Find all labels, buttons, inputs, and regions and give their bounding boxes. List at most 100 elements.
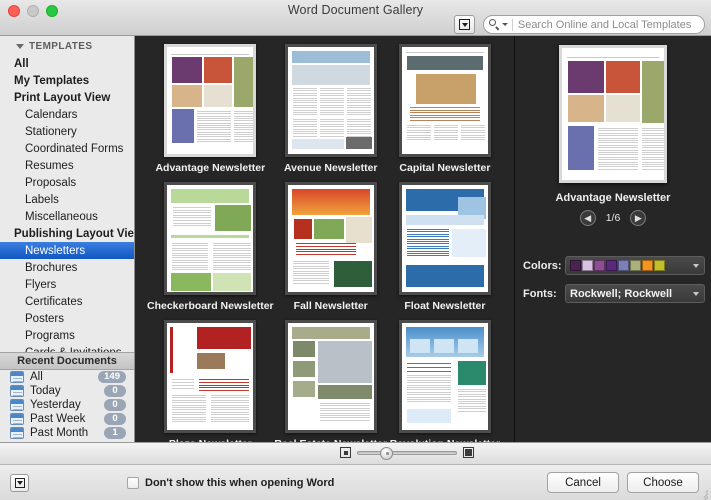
- sidebar-item-print-layout-view[interactable]: Print Layout View: [0, 89, 134, 106]
- template-thumbnail[interactable]: [164, 44, 257, 157]
- dont-show-checkbox[interactable]: [127, 476, 139, 489]
- chevron-right-icon[interactable]: ▶: [630, 210, 647, 226]
- recent-row-past-week[interactable]: Past Week 0: [0, 412, 134, 426]
- recent-row-count-badge: 0: [104, 413, 126, 425]
- sidebar-item-certificates[interactable]: Certificates: [0, 293, 134, 310]
- search-input[interactable]: [517, 18, 698, 31]
- recent-row-count-badge: 0: [104, 399, 126, 411]
- templates-tree[interactable]: TEMPLATES All My Templates Print Layout Vi…: [0, 36, 134, 352]
- fonts-row: Fonts: Rockwell; Rockwell: [515, 284, 711, 303]
- zoom-large-icon[interactable]: [463, 447, 474, 458]
- template-thumbnail[interactable]: [284, 320, 377, 433]
- resize-grip-icon[interactable]: [697, 487, 709, 500]
- sidebar-item-brochures[interactable]: Brochures: [0, 259, 134, 276]
- template-thumbnail[interactable]: [164, 320, 257, 433]
- template-preview-art: [287, 47, 374, 154]
- zoom-slider[interactable]: [357, 446, 457, 460]
- colors-row: Colors:: [515, 256, 711, 275]
- zoom-small-icon[interactable]: [340, 447, 351, 458]
- template-cell[interactable]: Float Newsletter: [388, 182, 502, 312]
- search-icon: [489, 19, 500, 30]
- template-preview-art: [401, 185, 488, 292]
- template-cell[interactable]: Plaza Newsletter: [147, 320, 274, 442]
- preview-pager: ◀ 1/6 ▶: [579, 210, 647, 226]
- sidebar-item-labels[interactable]: Labels: [0, 191, 134, 208]
- template-thumbnail[interactable]: [398, 320, 491, 433]
- color-swatch: [582, 260, 593, 271]
- template-cell[interactable]: Advantage Newsletter: [147, 44, 274, 174]
- sidebar-item-posters[interactable]: Posters: [0, 310, 134, 327]
- color-swatch: [594, 260, 605, 271]
- template-cell[interactable]: Real Estate Newsletter: [274, 320, 388, 442]
- template-thumbnail[interactable]: [398, 44, 491, 157]
- zoom-control[interactable]: [340, 446, 474, 460]
- recent-row-yesterday[interactable]: Yesterday 0: [0, 398, 134, 412]
- sidebar-item-coordinated-forms[interactable]: Coordinated Forms: [0, 140, 134, 157]
- recent-documents-header: Recent Documents: [0, 352, 134, 370]
- preview-title: Advantage Newsletter: [555, 192, 671, 204]
- recent-row-today[interactable]: Today 0: [0, 384, 134, 398]
- sidebar-item-resumes[interactable]: Resumes: [0, 157, 134, 174]
- word-document-gallery-window: Word Document Gallery TEMPLATES: [0, 0, 711, 500]
- templates-group-header[interactable]: TEMPLATES: [0, 36, 134, 55]
- sidebar-item-calendars[interactable]: Calendars: [0, 106, 134, 123]
- recent-row-all[interactable]: All 149: [0, 370, 134, 384]
- sidebar-item-programs[interactable]: Programs: [0, 327, 134, 344]
- template-cell[interactable]: Checkerboard Newsletter: [147, 182, 274, 312]
- color-swatch: [654, 260, 665, 271]
- template-cell[interactable]: Revolution Newsletter: [388, 320, 502, 442]
- template-cell[interactable]: Fall Newsletter: [274, 182, 388, 312]
- calendar-icon: [10, 399, 24, 411]
- fonts-value: Rockwell; Rockwell: [570, 287, 673, 300]
- template-thumbnail[interactable]: [398, 182, 491, 295]
- sidebar-item-cards-invitations[interactable]: Cards & Invitations: [0, 344, 134, 353]
- action-menu-icon[interactable]: [10, 473, 29, 492]
- template-preview-art: [167, 323, 254, 430]
- templates-group-label: TEMPLATES: [29, 41, 93, 52]
- sidebar-item-proposals[interactable]: Proposals: [0, 174, 134, 191]
- template-label: Advantage Newsletter: [155, 162, 266, 174]
- template-label: Capital Newsletter: [399, 162, 491, 174]
- sidebar-item-my-templates[interactable]: My Templates: [0, 72, 134, 89]
- chevron-down-icon[interactable]: [502, 23, 508, 26]
- template-thumbnail[interactable]: [164, 182, 257, 295]
- colors-label: Colors:: [523, 259, 562, 272]
- recent-row-label: Yesterday: [30, 399, 81, 411]
- recent-row-past-month[interactable]: Past Month 1: [0, 426, 134, 440]
- disclosure-triangle-icon[interactable]: [16, 44, 24, 49]
- calendar-icon: [10, 413, 24, 425]
- template-cell[interactable]: Capital Newsletter: [388, 44, 502, 174]
- view-mode-icon[interactable]: [454, 15, 475, 34]
- template-label: Avenue Newsletter: [283, 162, 378, 174]
- colors-dropdown[interactable]: [565, 256, 705, 275]
- sidebar-item-flyers[interactable]: Flyers: [0, 276, 134, 293]
- footer-buttons: Cancel Choose: [547, 472, 699, 493]
- chevron-left-icon[interactable]: ◀: [579, 210, 596, 226]
- template-thumbnail[interactable]: [284, 182, 377, 295]
- preview-panel: Advantage Newsletter ◀ 1/6 ▶ Colors: Fon…: [515, 36, 711, 442]
- recent-row-label: Today: [30, 385, 61, 397]
- sidebar-item-publishing-layout-view[interactable]: Publishing Layout View: [0, 225, 134, 242]
- sidebar-item-all[interactable]: All: [0, 55, 134, 72]
- zoom-slider-knob[interactable]: [380, 446, 393, 460]
- sidebar-item-newsletters[interactable]: Newsletters: [0, 242, 134, 259]
- template-preview-art: [401, 47, 488, 154]
- fonts-dropdown[interactable]: Rockwell; Rockwell: [565, 284, 705, 303]
- recent-row-label: Past Week: [30, 413, 86, 425]
- choose-button[interactable]: Choose: [627, 472, 699, 493]
- color-swatches: [570, 260, 665, 271]
- template-gallery[interactable]: Advantage Newsletter Avenue Newsletter Cap…: [135, 36, 515, 442]
- dont-show-checkbox-row[interactable]: Don't show this when opening Word: [127, 476, 335, 489]
- template-cell[interactable]: Avenue Newsletter: [274, 44, 388, 174]
- template-label: Float Newsletter: [404, 300, 486, 312]
- footer-bar: Don't show this when opening Word Cancel…: [0, 464, 711, 500]
- sidebar-item-stationery[interactable]: Stationery: [0, 123, 134, 140]
- cancel-button[interactable]: Cancel: [547, 472, 619, 493]
- color-swatch: [618, 260, 629, 271]
- search-field[interactable]: [483, 15, 705, 34]
- calendar-icon: [10, 371, 24, 383]
- color-swatch: [630, 260, 641, 271]
- template-thumbnail[interactable]: [284, 44, 377, 157]
- sidebar-item-miscellaneous[interactable]: Miscellaneous: [0, 208, 134, 225]
- dont-show-label: Don't show this when opening Word: [145, 476, 335, 489]
